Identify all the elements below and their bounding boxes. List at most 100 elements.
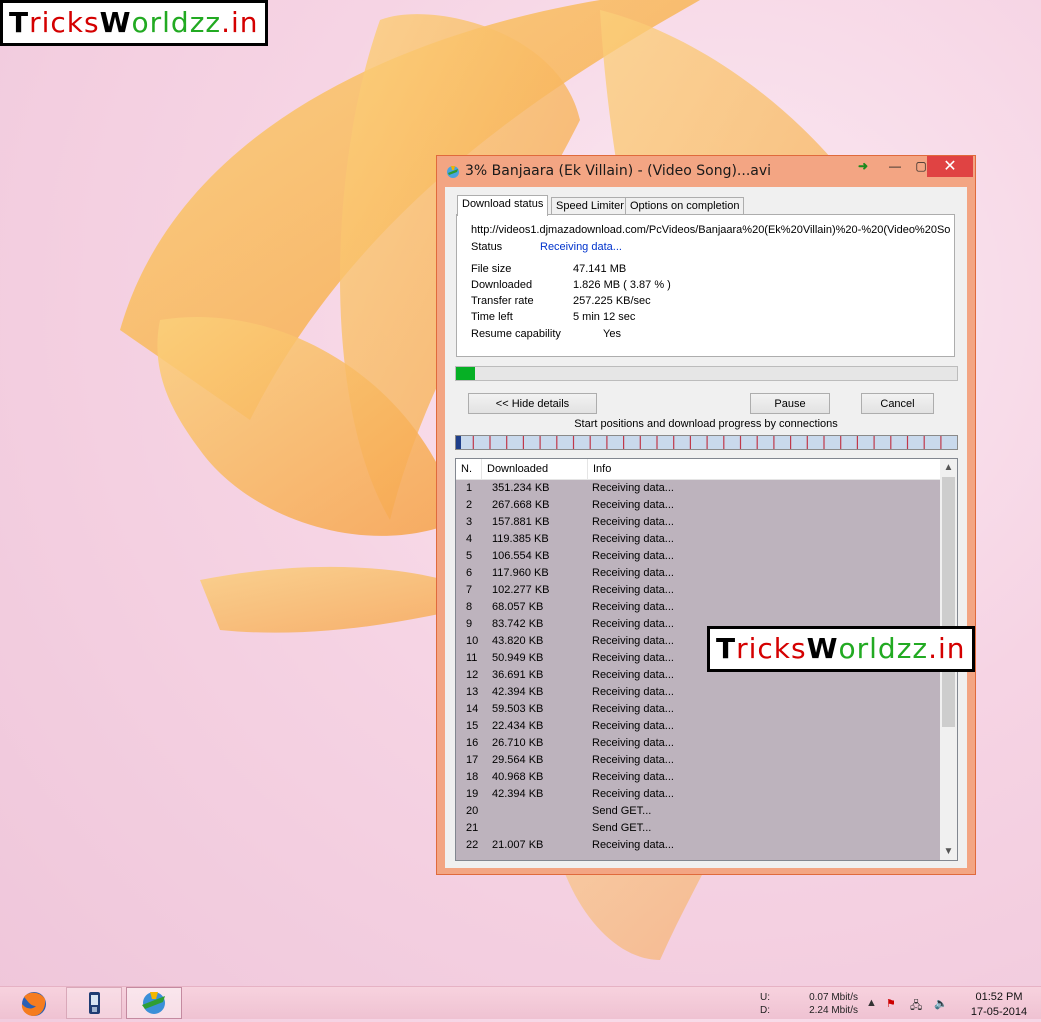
row-number: 13 xyxy=(466,686,479,698)
row-downloaded: 68.057 KB xyxy=(492,601,544,613)
scroll-down-icon[interactable]: ▼ xyxy=(940,843,957,860)
connection-start-marker xyxy=(472,436,474,449)
row-info: Receiving data... xyxy=(592,601,674,613)
table-row[interactable]: 19 42.394 KB Receiving data... xyxy=(456,786,940,803)
column-header-downloaded[interactable]: Downloaded xyxy=(482,459,588,479)
connection-start-marker xyxy=(489,436,491,449)
window-titlebar[interactable]: 3% Banjaara (Ek Villain) - (Video Song).… xyxy=(437,156,975,186)
connection-start-marker xyxy=(739,436,742,449)
taskbar-idm[interactable] xyxy=(126,987,182,1019)
connection-start-marker xyxy=(806,436,808,449)
download-window: 3% Banjaara (Ek Villain) - (Video Song).… xyxy=(436,155,976,875)
connection-start-marker xyxy=(906,436,909,449)
row-info: Receiving data... xyxy=(592,516,674,528)
tab-download-status[interactable]: Download status xyxy=(457,195,549,216)
table-row[interactable]: 22 21.007 KB Receiving data... xyxy=(456,837,940,854)
volume-icon[interactable]: 🔈 xyxy=(934,997,948,1010)
row-downloaded: 26.710 KB xyxy=(492,737,544,749)
downloaded-label: Downloaded xyxy=(471,279,533,291)
row-downloaded: 351.234 KB xyxy=(492,482,550,494)
connection-start-marker xyxy=(606,436,608,449)
table-row[interactable]: 2 267.668 KB Receiving data... xyxy=(456,497,940,514)
table-row[interactable]: 8 68.057 KB Receiving data... xyxy=(456,599,940,616)
column-header-info[interactable]: Info xyxy=(588,459,940,479)
row-downloaded: 42.394 KB xyxy=(492,686,544,698)
table-row[interactable]: 4 119.385 KB Receiving data... xyxy=(456,531,940,548)
resume-capability-label: Resume capability xyxy=(471,328,561,340)
row-info: Receiving data... xyxy=(592,635,674,647)
row-info: Receiving data... xyxy=(592,771,674,783)
file-size-label: File size xyxy=(471,263,512,275)
connection-start-marker xyxy=(589,436,591,449)
action-center-flag-icon[interactable]: ⚑ xyxy=(886,997,896,1010)
table-row[interactable]: 18 40.968 KB Receiving data... xyxy=(456,769,940,786)
upload-rate: 0.07 Mbit/s xyxy=(809,992,858,1003)
downloaded-value: 1.826 MB ( 3.87 % ) xyxy=(573,279,671,291)
connection-start-marker xyxy=(522,436,524,449)
row-downloaded: 21.007 KB xyxy=(492,839,544,851)
minimize-button[interactable]: — xyxy=(881,156,909,177)
pause-button[interactable]: Pause xyxy=(750,393,830,414)
taskbar: U: D: 0.07 Mbit/s 2.24 Mbit/s ▲ ⚑ 🖧 🔈 01… xyxy=(0,986,1041,1019)
connections-caption: Start positions and download progress by… xyxy=(574,418,838,430)
table-row[interactable]: 15 22.434 KB Receiving data... xyxy=(456,718,940,735)
row-info: Receiving data... xyxy=(592,482,674,494)
taskbar-firefox[interactable] xyxy=(6,987,62,1019)
table-row[interactable]: 3 157.881 KB Receiving data... xyxy=(456,514,940,531)
connection-start-marker xyxy=(823,436,825,449)
row-number: 21 xyxy=(466,822,479,834)
connections-progress-bar xyxy=(455,435,958,450)
taskbar-phone-app[interactable] xyxy=(66,987,122,1019)
row-number: 12 xyxy=(466,669,479,681)
connection-start-marker xyxy=(639,436,641,449)
row-number: 15 xyxy=(466,720,479,732)
row-info: Receiving data... xyxy=(592,584,674,596)
row-info: Receiving data... xyxy=(592,737,674,749)
connection-start-marker xyxy=(856,436,858,449)
tab-options-on-completion[interactable]: Options on completion xyxy=(625,197,745,215)
file-size-value: 47.141 MB xyxy=(573,263,627,275)
row-number: 2 xyxy=(466,499,473,511)
pin-arrow-icon[interactable]: ➜ xyxy=(849,156,877,177)
row-downloaded: 157.881 KB xyxy=(492,516,550,528)
row-downloaded: 40.968 KB xyxy=(492,771,544,783)
row-number: 14 xyxy=(466,703,479,715)
row-info: Send GET... xyxy=(592,805,652,817)
tray-chevron-up-icon[interactable]: ▲ xyxy=(866,997,877,1009)
close-button[interactable]: ✕ xyxy=(927,156,973,177)
taskbar-clock[interactable]: 01:52 PM 17-05-2014 xyxy=(960,990,1038,1020)
table-row[interactable]: 20 Send GET... xyxy=(456,803,940,820)
table-row[interactable]: 7 102.277 KB Receiving data... xyxy=(456,582,940,599)
column-header-n[interactable]: N. xyxy=(456,459,482,479)
row-number: 20 xyxy=(466,805,479,817)
table-row[interactable]: 13 42.394 KB Receiving data... xyxy=(456,684,940,701)
table-row[interactable]: 5 106.554 KB Receiving data... xyxy=(456,548,940,565)
row-info: Receiving data... xyxy=(592,533,674,545)
tab-speed-limiter[interactable]: Speed Limiter xyxy=(551,197,629,215)
connection-start-marker xyxy=(923,436,925,449)
row-downloaded: 106.554 KB xyxy=(492,550,550,562)
table-row[interactable]: 14 59.503 KB Receiving data... xyxy=(456,701,940,718)
scrollbar-thumb[interactable] xyxy=(942,477,955,727)
connection-start-marker xyxy=(689,436,691,449)
table-row[interactable]: 1 351.234 KB Receiving data... xyxy=(456,480,940,497)
scroll-up-icon[interactable]: ▲ xyxy=(940,459,957,476)
upload-label: U: xyxy=(760,992,770,1003)
connection-start-marker xyxy=(623,436,625,449)
network-icon[interactable]: 🖧 xyxy=(910,997,922,1016)
row-number: 3 xyxy=(466,516,473,528)
table-row[interactable]: 17 29.564 KB Receiving data... xyxy=(456,752,940,769)
list-header: N. Downloaded Info xyxy=(456,459,940,480)
cancel-button[interactable]: Cancel xyxy=(861,393,934,414)
watermark-logo: TricksWorldzz.in xyxy=(707,626,975,672)
hide-details-button[interactable]: << Hide details xyxy=(468,393,597,414)
row-number: 6 xyxy=(466,567,473,579)
table-row[interactable]: 16 26.710 KB Receiving data... xyxy=(456,735,940,752)
idm-globe-icon xyxy=(447,166,459,178)
table-row[interactable]: 21 Send GET... xyxy=(456,820,940,837)
row-downloaded: 22.434 KB xyxy=(492,720,544,732)
connection-start-marker xyxy=(773,436,775,449)
time-left-label: Time left xyxy=(471,311,513,323)
table-row[interactable]: 6 117.960 KB Receiving data... xyxy=(456,565,940,582)
window-client: Download status Speed Limiter Options on… xyxy=(445,187,967,868)
